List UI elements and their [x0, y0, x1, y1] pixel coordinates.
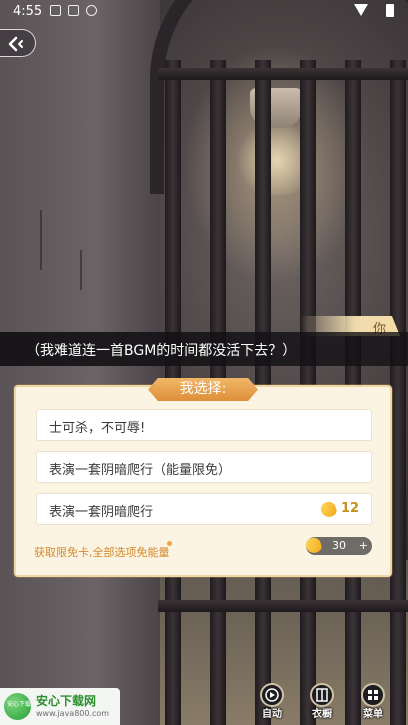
watermark-badge: 安心下载 安心下载网 www.java800.com — [0, 688, 120, 725]
prison-crossbar — [158, 600, 408, 612]
choice-option-2[interactable]: 表演一套阴暗爬行（能量限免） — [36, 451, 372, 483]
back-button[interactable] — [0, 29, 36, 57]
energy-coin-icon — [318, 499, 339, 520]
choice-option-1[interactable]: 士可杀，不可辱! — [36, 409, 372, 441]
battery-icon — [386, 4, 394, 17]
grid-menu-icon — [361, 683, 385, 707]
dialogue-text: （我难道连一首BGM的时间都没活下去？） — [26, 343, 297, 359]
status-bar: 4:55 — [0, 0, 408, 24]
prison-bar — [390, 60, 406, 725]
prison-crossbar — [158, 68, 408, 80]
choice-panel-title: 我选择: — [148, 378, 258, 401]
watermark-url: www.java800.com — [36, 709, 110, 718]
status-time: 4:55 — [13, 4, 43, 19]
wall-crack — [40, 210, 42, 270]
choice-option-3[interactable]: 表演一套阴暗爬行 12 — [36, 493, 372, 525]
option-energy-cost: 12 — [318, 499, 361, 520]
gallery-notification-icon — [50, 5, 61, 16]
choice-option-label: 表演一套阴暗爬行（能量限免） — [49, 463, 232, 478]
free-card-link[interactable]: 获取限免卡,全部选项免能量 — [34, 544, 170, 560]
back-arrow-icon — [8, 36, 23, 52]
energy-balance[interactable]: 30 + — [303, 535, 372, 556]
option-cost-value: 12 — [341, 501, 360, 516]
notification-dot — [167, 541, 172, 546]
choice-option-label: 士可杀，不可辱! — [49, 421, 146, 436]
watermark-title: 安心下载网 — [36, 694, 97, 708]
energy-balance-value: 30 — [332, 539, 346, 552]
auto-button[interactable]: 自动 — [255, 683, 289, 723]
alarm-icon — [86, 5, 97, 16]
app-notification-icon — [68, 5, 79, 16]
menu-label: 菜单 — [363, 709, 383, 720]
choice-option-label: 表演一套阴暗爬行 — [49, 505, 154, 520]
wall-crack — [80, 250, 82, 290]
dialogue-box[interactable]: （我难道连一首BGM的时间都没活下去？） — [0, 332, 408, 366]
menu-button[interactable]: 菜单 — [356, 683, 390, 723]
auto-label: 自动 — [262, 709, 282, 720]
watermark-logo: 安心下载 — [4, 693, 31, 720]
add-energy-icon[interactable]: + — [359, 539, 368, 552]
play-icon — [260, 683, 284, 707]
prison-arch — [150, 0, 408, 194]
wardrobe-button[interactable]: 衣橱 — [305, 683, 339, 723]
wifi-icon — [354, 4, 368, 16]
wardrobe-label: 衣橱 — [312, 709, 332, 720]
wardrobe-icon — [310, 683, 334, 707]
